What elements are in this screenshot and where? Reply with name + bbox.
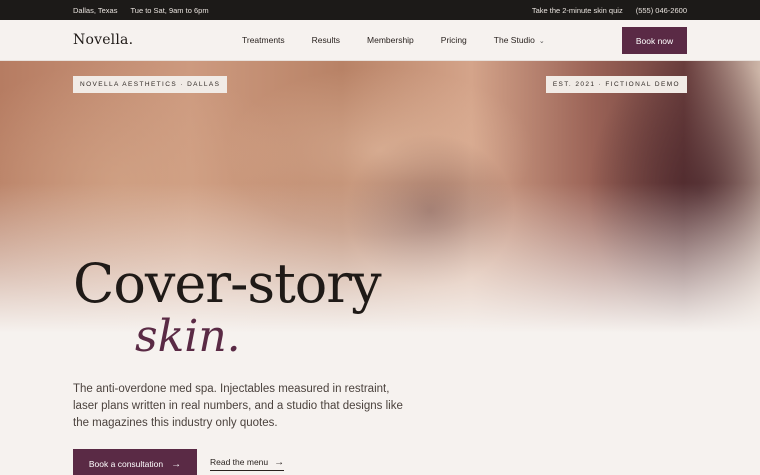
nav-item-pricing[interactable]: Pricing	[441, 35, 467, 45]
book-now-button[interactable]: Book now	[622, 27, 687, 54]
nav-item-the-studio[interactable]: The Studio ⌄	[494, 35, 545, 45]
established-badge: EST. 2021 · FICTIONAL DEMO	[545, 76, 687, 93]
read-menu-label: Read the menu	[210, 457, 269, 467]
hours-text: Tue to Sat, 9am to 6pm	[130, 6, 209, 15]
book-consultation-button[interactable]: Book a consultation →	[73, 449, 197, 475]
top-bar-right: Take the 2-minute skin quiz (555) 046-26…	[532, 6, 687, 15]
top-bar: Dallas, Texas Tue to Sat, 9am to 6pm Tak…	[0, 0, 760, 20]
nav-item-treatments[interactable]: Treatments	[242, 35, 285, 45]
brand-badge: NOVELLA AESTHETICS · DALLAS	[73, 76, 228, 93]
arrow-right-icon: →	[171, 458, 182, 470]
nav-item-membership[interactable]: Membership	[367, 35, 414, 45]
nav-menu: Treatments Results Membership Pricing Th…	[242, 35, 545, 45]
arrow-right-icon: →	[274, 457, 285, 468]
book-consultation-label: Book a consultation	[88, 459, 164, 469]
phone-link[interactable]: (555) 046-2600	[636, 6, 687, 15]
read-menu-link[interactable]: Read the menu →	[210, 457, 285, 471]
top-bar-left: Dallas, Texas Tue to Sat, 9am to 6pm	[73, 6, 209, 15]
chevron-down-icon: ⌄	[538, 38, 545, 45]
location-text: Dallas, Texas	[73, 6, 118, 15]
hero-headline: Cover-story skin.	[73, 252, 382, 363]
logo[interactable]: Novella.	[73, 32, 133, 48]
headline-line-1: Cover-story	[73, 252, 382, 315]
hero-description: The anti-overdone med spa. Injectables m…	[73, 383, 403, 429]
nav-item-the-studio-label: The Studio	[493, 35, 535, 45]
skin-quiz-link[interactable]: Take the 2-minute skin quiz	[532, 6, 623, 15]
nav-item-results[interactable]: Results	[312, 35, 340, 45]
main-nav: Novella. Treatments Results Membership P…	[0, 20, 760, 61]
headline-line-2: skin.	[135, 311, 241, 362]
